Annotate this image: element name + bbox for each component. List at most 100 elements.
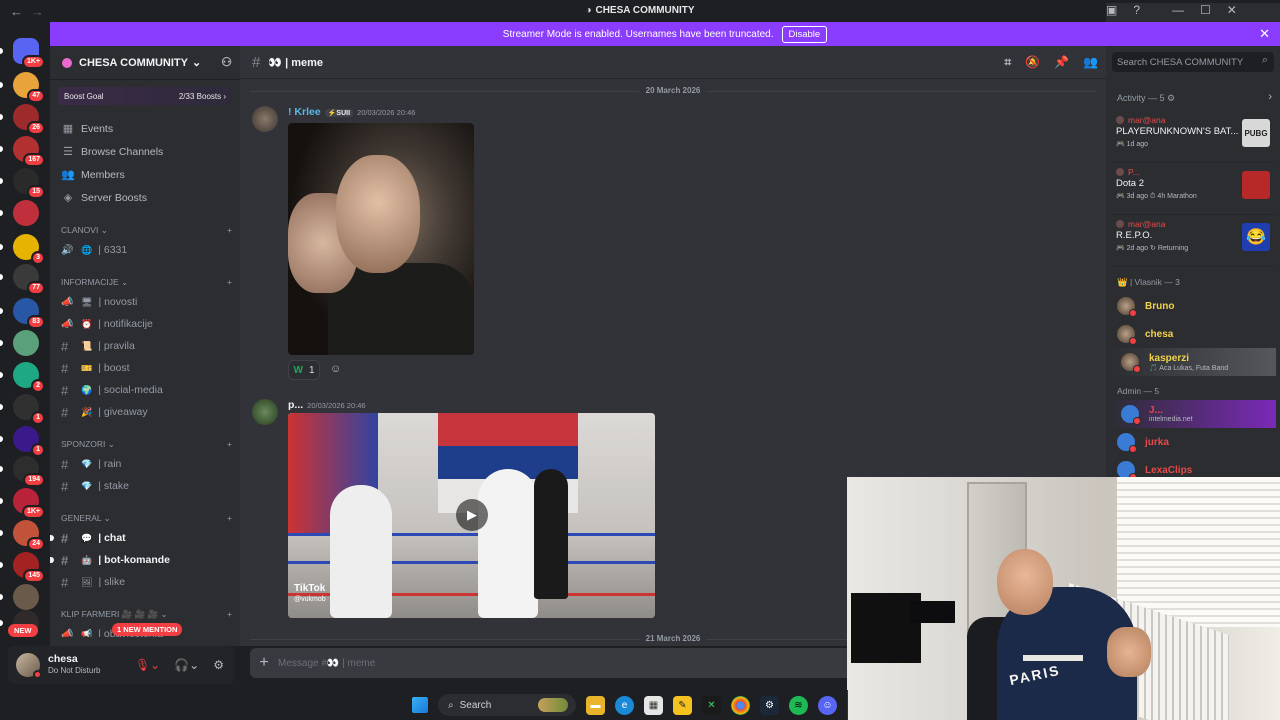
boost-goal-label: Boost Goal bbox=[64, 91, 104, 101]
xbox-icon[interactable]: ✕ bbox=[702, 695, 721, 715]
channel-rain[interactable]: # 💎 | rain bbox=[58, 453, 232, 475]
activity-card[interactable]: mar@ana PLAYERUNKNOWN'S BAT... 🎮 1d ago PUB… bbox=[1110, 111, 1276, 163]
new-badge[interactable]: NEW bbox=[8, 624, 38, 637]
server-icon[interactable]: 194 bbox=[13, 456, 45, 487]
server-icon[interactable]: 167 bbox=[13, 136, 45, 167]
category-sponzori[interactable]: SPONZORI ⌄ + bbox=[58, 437, 232, 451]
server-icon[interactable]: 145 bbox=[13, 552, 45, 583]
steam-icon[interactable]: ⚙ bbox=[760, 695, 779, 715]
server-icon[interactable]: 24 bbox=[13, 520, 45, 551]
notifications-muted-icon[interactable]: 🔕 bbox=[1025, 55, 1040, 70]
attach-plus-icon[interactable]: + bbox=[250, 654, 278, 672]
channel-stake[interactable]: # 💎 | stake bbox=[58, 475, 232, 497]
avatar[interactable] bbox=[252, 399, 278, 425]
server-icon[interactable]: 3 bbox=[13, 234, 45, 265]
category-informacije[interactable]: INFORMACIJE ⌄ + bbox=[58, 275, 232, 289]
add-channel-icon[interactable]: + bbox=[227, 225, 232, 235]
add-channel-icon[interactable]: + bbox=[227, 277, 232, 287]
unread-indicator bbox=[0, 620, 3, 626]
category-clanovi[interactable]: CLANOVI ⌄ + bbox=[58, 223, 232, 237]
reaction-button[interactable]: W 1 bbox=[288, 360, 320, 380]
activity-card[interactable]: mar@ana R.E.P.O. 🎮 2d ago ↻ Returning 😂 bbox=[1110, 215, 1276, 267]
mute-mic-icon[interactable]: 🎙⌄ bbox=[135, 658, 160, 672]
spotify-icon[interactable]: ≋ bbox=[789, 695, 808, 715]
channel-boost[interactable]: # 🎫 | boost bbox=[58, 357, 232, 379]
message-author[interactable]: p... 20/03/2026 20:46 bbox=[288, 399, 366, 411]
app-icon[interactable]: ✎ bbox=[673, 695, 692, 715]
activity-card[interactable]: P... Dota 2 🎮 3d ago ⏱ 4h Marathon bbox=[1110, 163, 1276, 215]
play-video-button[interactable]: ▶ bbox=[456, 499, 488, 531]
search-input[interactable]: Search CHESA COMMUNITY ⌕ bbox=[1112, 52, 1274, 72]
file-explorer-icon[interactable]: ▬ bbox=[586, 695, 605, 715]
chrome-icon[interactable] bbox=[731, 695, 750, 715]
taskbar-search[interactable]: ⌕ Search bbox=[438, 694, 576, 716]
discord-home-icon[interactable]: 1K+ bbox=[13, 38, 45, 69]
channel-notifikacije[interactable]: 📣 ⏰ | notifikacije bbox=[58, 313, 232, 335]
member-item[interactable]: kasperzi 🎵 Aca Lukas, Futa Band bbox=[1110, 348, 1276, 376]
threads-icon[interactable]: ⌗ bbox=[1004, 55, 1011, 70]
channel-slike[interactable]: # 🖼 | slike bbox=[58, 571, 232, 593]
add-channel-icon[interactable]: + bbox=[227, 513, 232, 523]
unread-indicator bbox=[0, 244, 3, 250]
close-banner-icon[interactable]: ✕ bbox=[1259, 26, 1270, 42]
server-icon[interactable]: 83 bbox=[13, 298, 45, 329]
edge-browser-icon[interactable]: e bbox=[615, 695, 634, 715]
channel-6331[interactable]: 🔊 🌐 | 6331 bbox=[58, 239, 232, 261]
unread-badge: 24 bbox=[27, 537, 45, 551]
channel-pravila[interactable]: # 📜 | pravila bbox=[58, 335, 232, 357]
discord-icon[interactable]: ☺ bbox=[818, 695, 837, 715]
channel-label: | giveaway bbox=[98, 406, 148, 418]
member-item[interactable]: chesa bbox=[1106, 320, 1280, 348]
video-embed[interactable]: ▶ TikTok @vukmob bbox=[288, 413, 655, 618]
windows-start-icon[interactable] bbox=[412, 697, 428, 713]
channel-novosti[interactable]: 📣 🖥 | novosti bbox=[58, 291, 232, 313]
new-mention-pill[interactable]: 1 NEW MENTION bbox=[112, 623, 183, 636]
store-icon[interactable]: ▦ bbox=[644, 695, 663, 715]
taskbar-search-label: Search bbox=[459, 699, 492, 711]
chevron-right-icon[interactable]: › bbox=[1268, 91, 1272, 103]
channel-social-media[interactable]: # 🌍 | social-media bbox=[58, 379, 232, 401]
category-klip-farmeri[interactable]: KLIP FARMERI 🎥 🎥 🎥 ⌄ + bbox=[58, 607, 232, 621]
member-item[interactable]: jurka bbox=[1106, 428, 1280, 456]
server-icon[interactable] bbox=[13, 330, 39, 356]
server-icon[interactable]: 77 bbox=[13, 264, 45, 295]
chevron-down-icon: ⌄ bbox=[191, 57, 202, 69]
invite-people-icon[interactable]: ⚇ bbox=[221, 55, 232, 69]
server-icon[interactable]: 1K+ bbox=[13, 488, 45, 519]
server-icon[interactable] bbox=[13, 200, 39, 226]
add-channel-icon[interactable]: + bbox=[227, 439, 232, 449]
server-icon[interactable] bbox=[13, 584, 39, 610]
sidebar-item-members[interactable]: 👥 Members bbox=[58, 163, 232, 186]
message-author[interactable]: ! Krlee ⚡SUII 20/03/2026 20:46 bbox=[288, 106, 415, 118]
add-channel-icon[interactable]: + bbox=[227, 609, 232, 619]
add-reaction-icon[interactable]: ☺ bbox=[330, 363, 341, 375]
member-item[interactable]: LexaClips bbox=[1106, 456, 1280, 479]
server-icon[interactable]: 2 bbox=[13, 362, 45, 393]
avatar[interactable] bbox=[252, 106, 278, 132]
boost-goal[interactable]: Boost Goal 2/33 Boosts › bbox=[58, 87, 232, 105]
member-list-icon[interactable]: 👥 bbox=[1083, 55, 1098, 70]
channel-chat[interactable]: # 💬 | chat bbox=[50, 527, 232, 549]
avatar[interactable] bbox=[16, 653, 42, 679]
channel-giveaway[interactable]: # 🎉 | giveaway bbox=[58, 401, 232, 423]
settings-gear-icon[interactable]: ⚙ bbox=[213, 658, 224, 672]
member-item[interactable]: Bruno bbox=[1106, 292, 1280, 320]
gear-icon[interactable]: ⚙ bbox=[1167, 93, 1175, 103]
server-icon[interactable]: 1 bbox=[13, 426, 45, 457]
message-image[interactable] bbox=[288, 123, 474, 355]
sidebar-item-browse-channels[interactable]: ☰ Browse Channels bbox=[58, 140, 232, 163]
server-icon[interactable]: 15 bbox=[13, 168, 45, 199]
category-general[interactable]: GENERAL ⌄ + bbox=[58, 511, 232, 525]
member-item[interactable]: J... intelmedia.net bbox=[1110, 400, 1276, 428]
unread-indicator bbox=[0, 562, 3, 568]
headphones-icon[interactable]: 🎧⌄ bbox=[174, 658, 199, 672]
guild-header[interactable]: CHESA COMMUNITY ⌄ ⚇ bbox=[50, 46, 240, 80]
channel-bot-komande[interactable]: # 🤖 | bot-komande bbox=[50, 549, 232, 571]
pin-icon[interactable]: 📌 bbox=[1054, 55, 1069, 70]
sidebar-item-server-boosts[interactable]: ◈ Server Boosts bbox=[58, 186, 232, 209]
server-icon[interactable]: 1 bbox=[13, 394, 45, 425]
server-icon[interactable]: 47 bbox=[13, 72, 45, 103]
sidebar-item-events[interactable]: ▦ Events bbox=[58, 117, 232, 140]
disable-streamer-mode-button[interactable]: Disable bbox=[781, 25, 828, 43]
server-icon[interactable]: 26 bbox=[13, 104, 45, 135]
